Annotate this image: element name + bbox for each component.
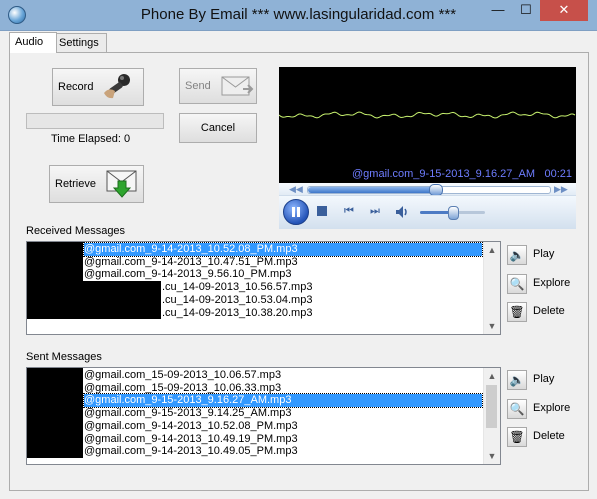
list-item[interactable]: @gmail.com_9-15-2013_9.16.27_AM.mp3 [83,393,483,409]
speaker-icon: 🔈 [507,370,527,390]
list-item[interactable]: @gmail.com_9-15-2013_9.14.25_AM.mp3 [84,407,482,420]
redacted-name-block [27,281,161,320]
received-play-label: Play [533,248,555,260]
trash-glyph: 🗑 [509,430,525,444]
vertical-scrollbar[interactable]: ▲ ▼ [483,242,500,334]
folder-search-icon: 🔍 [507,399,527,419]
sent-delete-button[interactable]: 🗑 Delete [507,425,577,449]
seek-row: ◀◀ ▶▶ [279,183,576,196]
next-track-icon[interactable]: ⏭ [369,205,381,217]
rewind-icon[interactable]: ◀◀ [289,184,303,195]
volume-icon[interactable] [394,204,410,220]
audio-waveform [279,111,576,119]
tab-audio[interactable]: Audio [9,32,57,53]
player-controls: ⏮ ⏭ [279,195,576,229]
waveform-line [279,111,576,119]
list-item[interactable]: .cu_14-09-2013_10.56.57.mp3 [162,281,482,294]
time-elapsed-label: Time Elapsed: [51,133,121,145]
sent-explore-button[interactable]: 🔍 Explore [507,397,577,421]
send-button-label: Send [185,80,211,92]
scroll-up-icon[interactable]: ▲ [484,242,500,258]
pause-button[interactable] [283,199,309,225]
sent-delete-label: Delete [533,430,565,442]
trash-glyph: 🗑 [509,305,525,319]
list-item[interactable]: @gmail.com_9-14-2013_10.49.19_PM.mp3 [84,433,482,446]
list-item[interactable]: .cu_14-09-2013_10.38.20.mp3 [162,307,482,320]
speaker-glyph: 🔈 [509,248,525,262]
record-progress-bar [26,113,164,129]
received-delete-button[interactable]: 🗑 Delete [507,300,577,324]
envelope-icon [221,76,254,96]
received-messages-list[interactable]: @gmail.com_9-14-2013_10.52.08_PM.mp3 @gma… [26,241,501,335]
waveform-display: @gmail.com_9-15-2013_9.16.27_AM 00:21 [279,67,576,183]
folder-search-glyph: 🔍 [509,277,525,291]
list-item[interactable]: @gmail.com_9-14-2013_10.49.05_PM.mp3 [84,445,482,458]
list-item[interactable]: .cu_14-09-2013_10.53.04.mp3 [162,294,482,307]
folder-search-glyph: 🔍 [509,402,525,416]
speaker-glyph: 🔈 [509,373,525,387]
received-explore-button[interactable]: 🔍 Explore [507,272,577,296]
list-item[interactable]: @gmail.com_9-14-2013_9.56.10_PM.mp3 [84,268,482,281]
sent-messages-label: Sent Messages [26,351,102,363]
seek-bar-fill [308,187,437,193]
media-player[interactable]: @gmail.com_9-15-2013_9.16.27_AM 00:21 ◀◀… [279,67,576,229]
previous-track-icon[interactable]: ⏮ [343,205,355,217]
trash-icon: 🗑 [507,302,527,322]
vertical-scrollbar[interactable]: ▲ ▼ [483,368,500,464]
received-play-button[interactable]: 🔈 Play [507,243,577,267]
received-delete-label: Delete [533,305,565,317]
minimize-button[interactable]: — [484,0,512,21]
sent-messages-list[interactable]: @gmail.com_15-09-2013_10.06.57.mp3 @gmail… [26,367,501,465]
player-file-label: @gmail.com_9-15-2013_9.16.27_AM [352,168,535,180]
sent-play-button[interactable]: 🔈 Play [507,368,577,392]
fast-forward-icon[interactable]: ▶▶ [554,184,568,195]
scroll-thumb[interactable] [486,385,497,428]
scroll-down-icon[interactable]: ▼ [484,318,500,334]
folder-search-icon: 🔍 [507,274,527,294]
cancel-button[interactable]: Cancel [179,113,257,143]
microphone-icon [104,74,130,99]
send-button[interactable]: Send [179,68,257,104]
retrieve-button[interactable]: Retrieve [49,165,144,203]
envelope-download-icon [106,170,137,198]
received-explore-label: Explore [533,277,571,289]
scroll-up-icon[interactable]: ▲ [484,368,500,384]
list-item[interactable]: @gmail.com_9-14-2013_10.52.08_PM.mp3 [84,420,482,433]
trash-icon: 🗑 [507,427,527,447]
list-item[interactable]: @gmail.com_9-14-2013_10.52.08_PM.mp3 [83,242,483,257]
speaker-icon: 🔈 [507,245,527,265]
redacted-name-block [27,368,83,458]
received-messages-label: Received Messages [26,225,126,237]
retrieve-button-label: Retrieve [55,178,96,190]
audio-panel: Record Send Cancel Time Elapsed: 0 Retri… [9,52,589,491]
close-button[interactable]: ✕ [540,0,588,21]
sent-play-label: Play [533,373,555,385]
list-item[interactable]: @gmail.com_15-09-2013_10.06.33.mp3 [84,382,482,395]
list-item[interactable]: @gmail.com_9-14-2013_10.47.51_PM.mp3 [84,256,482,269]
title-bar: Phone By Email *** www.lasingularidad.co… [0,0,597,31]
app-window: Phone By Email *** www.lasingularidad.co… [0,0,597,499]
maximize-button[interactable]: ☐ [512,0,540,21]
list-item[interactable]: @gmail.com_15-09-2013_10.06.57.mp3 [84,369,482,382]
player-time: 00:21 [544,168,572,180]
tab-settings[interactable]: Settings [53,33,107,52]
time-elapsed-value: 0 [124,133,131,145]
volume-thumb[interactable] [447,206,459,220]
stop-button[interactable] [317,206,327,216]
record-button[interactable]: Record [52,68,144,106]
sent-explore-label: Explore [533,402,571,414]
record-button-label: Record [58,81,94,93]
cancel-button-label: Cancel [200,122,236,134]
scroll-down-icon[interactable]: ▼ [484,448,500,464]
